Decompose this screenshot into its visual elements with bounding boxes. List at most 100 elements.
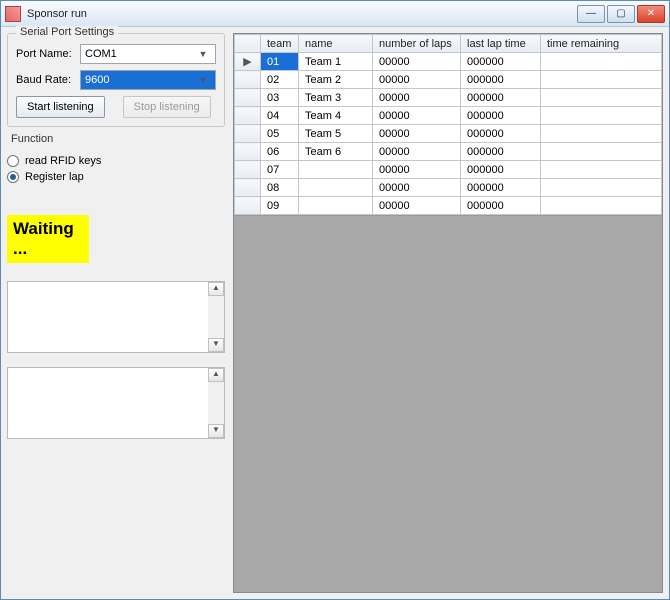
cell-remaining[interactable] (541, 125, 662, 143)
table-row[interactable]: 08 00000000000 (235, 179, 662, 197)
row-header[interactable] (235, 179, 261, 197)
col-header-laps[interactable]: number of laps (373, 35, 461, 53)
status-label: Waiting ... (7, 215, 89, 263)
minimize-button[interactable]: — (577, 5, 605, 23)
row-header[interactable] (235, 107, 261, 125)
app-window: Sponsor run — ▢ ✕ Serial Port Settings P… (0, 0, 670, 600)
cell-name[interactable] (299, 197, 373, 215)
data-grid[interactable]: team name number of laps last lap time t… (234, 34, 662, 216)
table-row[interactable]: ▶01Team 100000000000 (235, 53, 662, 71)
cell-name[interactable]: Team 3 (299, 89, 373, 107)
data-grid-panel: team name number of laps last lap time t… (233, 33, 663, 593)
port-name-combo[interactable]: COM1 ▼ (80, 44, 216, 64)
scroll-down-icon[interactable]: ▼ (208, 424, 224, 438)
cell-last[interactable]: 000000 (461, 89, 541, 107)
col-header-team[interactable]: team (261, 35, 299, 53)
cell-remaining[interactable] (541, 53, 662, 71)
port-name-label: Port Name: (16, 48, 80, 60)
cell-remaining[interactable] (541, 197, 662, 215)
cell-laps[interactable]: 00000 (373, 89, 461, 107)
table-row[interactable]: 05Team 500000000000 (235, 125, 662, 143)
cell-laps[interactable]: 00000 (373, 125, 461, 143)
cell-team[interactable]: 05 (261, 125, 299, 143)
cell-team[interactable]: 01 (261, 53, 299, 71)
table-row[interactable]: 03Team 300000000000 (235, 89, 662, 107)
cell-team[interactable]: 08 (261, 179, 299, 197)
cell-last[interactable]: 000000 (461, 143, 541, 161)
cell-team[interactable]: 02 (261, 71, 299, 89)
log-textbox-2[interactable]: ▲ ▼ (7, 367, 225, 439)
cell-remaining[interactable] (541, 71, 662, 89)
cell-last[interactable]: 000000 (461, 71, 541, 89)
cell-last[interactable]: 000000 (461, 125, 541, 143)
cell-remaining[interactable] (541, 143, 662, 161)
row-header[interactable] (235, 125, 261, 143)
cell-team[interactable]: 07 (261, 161, 299, 179)
read-rfid-label: read RFID keys (25, 155, 101, 167)
cell-name[interactable]: Team 4 (299, 107, 373, 125)
cell-remaining[interactable] (541, 161, 662, 179)
scroll-up-icon[interactable]: ▲ (208, 368, 224, 382)
row-header[interactable] (235, 161, 261, 179)
col-header-remaining[interactable]: time remaining (541, 35, 662, 53)
cell-laps[interactable]: 00000 (373, 107, 461, 125)
stop-listening-button: Stop listening (123, 96, 211, 118)
read-rfid-radio[interactable]: read RFID keys (7, 155, 217, 167)
baud-rate-value: 9600 (85, 74, 195, 86)
col-header-name[interactable]: name (299, 35, 373, 53)
table-row[interactable]: 04Team 400000000000 (235, 107, 662, 125)
cell-last[interactable]: 000000 (461, 107, 541, 125)
row-header[interactable] (235, 143, 261, 161)
port-name-value: COM1 (85, 48, 195, 60)
table-row[interactable]: 02Team 200000000000 (235, 71, 662, 89)
cell-laps[interactable]: 00000 (373, 197, 461, 215)
cell-laps[interactable]: 00000 (373, 71, 461, 89)
table-row[interactable]: 09 00000000000 (235, 197, 662, 215)
cell-team[interactable]: 06 (261, 143, 299, 161)
cell-team[interactable]: 09 (261, 197, 299, 215)
radio-icon (7, 171, 19, 183)
cell-team[interactable]: 03 (261, 89, 299, 107)
row-header[interactable] (235, 71, 261, 89)
register-lap-radio[interactable]: Register lap (7, 171, 217, 183)
baud-rate-combo[interactable]: 9600 ▼ (80, 70, 216, 90)
cell-laps[interactable]: 00000 (373, 53, 461, 71)
maximize-button[interactable]: ▢ (607, 5, 635, 23)
cell-last[interactable]: 000000 (461, 161, 541, 179)
scrollbar[interactable]: ▲ ▼ (208, 282, 224, 352)
cell-name[interactable]: Team 2 (299, 71, 373, 89)
col-header-last[interactable]: last lap time (461, 35, 541, 53)
cell-last[interactable]: 000000 (461, 197, 541, 215)
scrollbar[interactable]: ▲ ▼ (208, 368, 224, 438)
table-row[interactable]: 06Team 600000000000 (235, 143, 662, 161)
cell-remaining[interactable] (541, 179, 662, 197)
cell-laps[interactable]: 00000 (373, 179, 461, 197)
left-pane: Serial Port Settings Port Name: COM1 ▼ B… (7, 33, 225, 593)
cell-name[interactable]: Team 5 (299, 125, 373, 143)
scroll-up-icon[interactable]: ▲ (208, 282, 224, 296)
cell-last[interactable]: 000000 (461, 179, 541, 197)
window-title: Sponsor run (27, 8, 577, 20)
cell-laps[interactable]: 00000 (373, 161, 461, 179)
close-button[interactable]: ✕ (637, 5, 665, 23)
row-header[interactable]: ▶ (235, 53, 261, 71)
start-listening-button[interactable]: Start listening (16, 96, 105, 118)
cell-laps[interactable]: 00000 (373, 143, 461, 161)
cell-name[interactable]: Team 6 (299, 143, 373, 161)
header-row: team name number of laps last lap time t… (235, 35, 662, 53)
log-textbox-1[interactable]: ▲ ▼ (7, 281, 225, 353)
table-row[interactable]: 07 00000000000 (235, 161, 662, 179)
cell-remaining[interactable] (541, 107, 662, 125)
row-header[interactable] (235, 89, 261, 107)
cell-name[interactable] (299, 161, 373, 179)
window-buttons: — ▢ ✕ (577, 5, 665, 23)
cell-last[interactable]: 000000 (461, 53, 541, 71)
scroll-down-icon[interactable]: ▼ (208, 338, 224, 352)
serial-port-group: Serial Port Settings Port Name: COM1 ▼ B… (7, 33, 225, 127)
cell-name[interactable] (299, 179, 373, 197)
row-header[interactable] (235, 197, 261, 215)
cell-name[interactable]: Team 1 (299, 53, 373, 71)
cell-team[interactable]: 04 (261, 107, 299, 125)
baud-rate-label: Baud Rate: (16, 74, 80, 86)
cell-remaining[interactable] (541, 89, 662, 107)
